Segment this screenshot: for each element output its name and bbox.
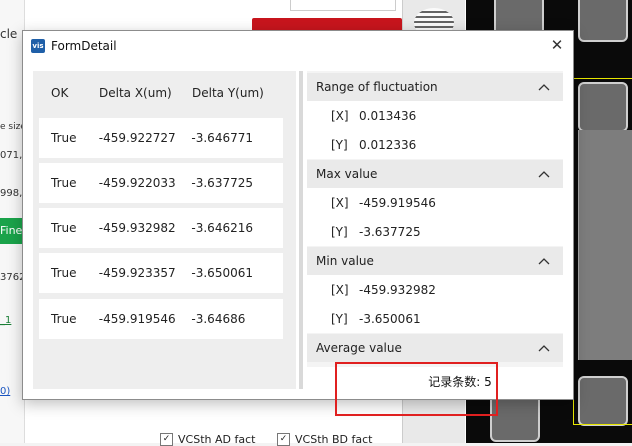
bg-checkbox[interactable]: ✓ VCSth AD fact	[160, 433, 255, 446]
table-row[interactable]: True -459.922727 -3.646771	[39, 118, 283, 158]
section-title: Average value	[316, 341, 402, 355]
table-row[interactable]: True -459.923357 -3.650061	[39, 253, 283, 293]
cell-delta-y: -3.646216	[191, 221, 253, 235]
statistics-panel: Range of fluctuation [X] 0.013436 [Y] 0.…	[307, 71, 563, 367]
cell-ok: True	[51, 131, 77, 145]
bg-checkbox-label: VCSth BD fact	[295, 433, 373, 446]
column-header-ok[interactable]: OK	[33, 86, 99, 100]
cell-ok: True	[51, 266, 77, 280]
stat-value: 0.013436	[359, 108, 417, 123]
column-header-delta-x[interactable]: Delta X(um)	[99, 86, 189, 100]
highlight-annotation-box	[335, 362, 498, 416]
cell-delta-x: -459.923357	[98, 266, 176, 280]
close-button[interactable]: ✕	[549, 37, 565, 53]
stat-key: [X]	[331, 108, 349, 123]
cell-delta-x: -459.922033	[98, 176, 176, 190]
table-row[interactable]: True -459.932982 -3.646216	[39, 208, 283, 248]
section-header-min[interactable]: Min value	[307, 247, 563, 275]
stat-value: -3.637725	[359, 224, 421, 239]
dialog-titlebar[interactable]: vis FormDetail ✕	[23, 31, 573, 61]
cell-delta-x: -459.919546	[98, 312, 176, 326]
grid-header: OK Delta X(um) Delta Y(um)	[33, 71, 296, 115]
bg-text-fragment: 998,	[0, 188, 23, 199]
pane-splitter[interactable]	[299, 71, 303, 389]
column-header-delta-y[interactable]: Delta Y(um)	[189, 86, 284, 100]
bg-checkbox[interactable]: ✓ VCSth BD fact	[277, 433, 372, 446]
stat-value: 0.012336	[359, 137, 417, 152]
app-logo-icon: vis	[31, 39, 45, 53]
section-title: Min value	[316, 254, 374, 268]
cell-ok: True	[51, 176, 77, 190]
bg-checkbox-label: VCSth AD fact	[178, 433, 256, 446]
table-row[interactable]: True -459.922033 -3.637725	[39, 163, 283, 203]
stat-key: [Y]	[331, 137, 348, 152]
stat-row-x: [X] 0.013436	[307, 101, 563, 130]
stat-row-x: [X] -459.919546	[307, 188, 563, 217]
bg-text-fragment: cle	[0, 27, 18, 41]
section-title: Range of fluctuation	[316, 80, 438, 94]
stat-row-y: [Y] -3.650061	[307, 304, 563, 333]
stat-key: [X]	[331, 282, 349, 297]
bg-fine-button[interactable]: Fine	[0, 218, 24, 244]
chevron-up-icon[interactable]	[537, 254, 551, 268]
result-grid: OK Delta X(um) Delta Y(um) True -459.922…	[33, 71, 296, 389]
cell-delta-x: -459.932982	[98, 221, 176, 235]
stat-row-y: [Y] 0.012336	[307, 130, 563, 159]
selection-outline	[573, 78, 632, 425]
checkbox-check-icon[interactable]: ✓	[277, 433, 290, 446]
cell-delta-y: -3.646771	[191, 131, 253, 145]
stat-key: [X]	[331, 195, 349, 210]
bg-link-fragment[interactable]: 0)	[0, 386, 10, 397]
stat-value: -3.650061	[359, 311, 421, 326]
bg-text-fragment: 071,	[0, 150, 23, 161]
stat-row-x: [X] -459.932982	[307, 275, 563, 304]
table-row[interactable]: True -459.919546 -3.64686	[39, 299, 283, 339]
die-chip-image	[578, 0, 628, 42]
section-header-max[interactable]: Max value	[307, 160, 563, 188]
stat-row-y: [Y] -3.637725	[307, 217, 563, 246]
cell-delta-y: -3.637725	[191, 176, 253, 190]
form-detail-dialog: vis FormDetail ✕ OK Delta X(um) Delta Y(…	[22, 30, 574, 400]
stat-value: -459.932982	[359, 282, 436, 297]
cell-delta-y: -3.64686	[191, 312, 246, 326]
stat-key: [Y]	[331, 311, 348, 326]
cell-delta-x: -459.922727	[98, 131, 176, 145]
bg-top-control	[290, 0, 396, 11]
cell-delta-y: -3.650061	[191, 266, 253, 280]
bg-link-fragment[interactable]: _1	[0, 315, 11, 326]
section-title: Max value	[316, 167, 378, 181]
section-header-range[interactable]: Range of fluctuation	[307, 73, 563, 101]
section-header-average[interactable]: Average value	[307, 334, 563, 362]
chevron-up-icon[interactable]	[537, 167, 551, 181]
cell-ok: True	[51, 312, 77, 326]
stat-value: -459.919546	[359, 195, 436, 210]
stat-key: [Y]	[331, 224, 348, 239]
checkbox-check-icon[interactable]: ✓	[160, 433, 173, 446]
cell-ok: True	[51, 221, 77, 235]
chevron-up-icon[interactable]	[537, 80, 551, 94]
dialog-title: FormDetail	[51, 39, 117, 53]
chevron-up-icon[interactable]	[537, 341, 551, 355]
